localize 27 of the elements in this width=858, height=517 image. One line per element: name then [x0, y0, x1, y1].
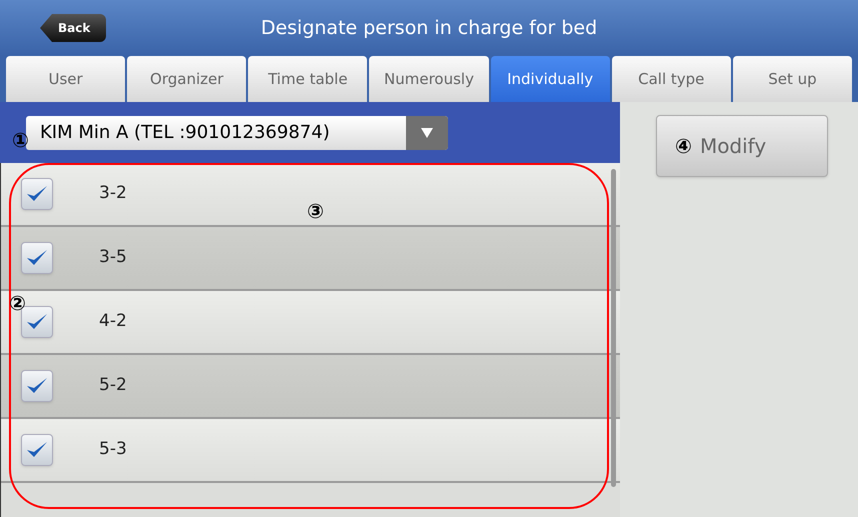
- callout-number: ③: [307, 201, 324, 221]
- modify-button[interactable]: ④ Modify: [656, 115, 828, 177]
- back-button[interactable]: Back: [40, 14, 106, 42]
- checkbox[interactable]: [21, 434, 53, 466]
- caret-down-icon: [421, 128, 433, 138]
- tab[interactable]: Individually: [490, 56, 610, 102]
- tab[interactable]: Set up: [732, 56, 852, 102]
- bed-label: 3-5: [99, 246, 127, 270]
- bed-row[interactable]: 5-3: [1, 419, 620, 483]
- tab[interactable]: Numerously: [369, 56, 489, 102]
- tab[interactable]: Organizer: [127, 56, 246, 102]
- tab[interactable]: Call type: [612, 56, 731, 102]
- bed-label: 4-2: [99, 310, 127, 334]
- dropdown-value: KIM Min A (TEL :901012369874): [39, 121, 331, 145]
- bed-label: 5-2: [99, 374, 127, 398]
- checkbox[interactable]: [21, 370, 53, 402]
- window-title: Designate person in charge for bed: [260, 16, 598, 41]
- bed-row[interactable]: 3-5: [1, 227, 620, 291]
- bed-row[interactable]: 5-2: [1, 355, 620, 419]
- callout-number: ④: [675, 136, 692, 156]
- bed-label: 3-2: [99, 182, 127, 206]
- bed-label: 5-3: [99, 438, 127, 462]
- checkbox[interactable]: [21, 178, 53, 210]
- dropdown-arrow-button[interactable]: [406, 116, 448, 150]
- checkbox[interactable]: [21, 242, 53, 274]
- tab[interactable]: User: [6, 56, 126, 102]
- tab[interactable]: Time table: [248, 56, 368, 102]
